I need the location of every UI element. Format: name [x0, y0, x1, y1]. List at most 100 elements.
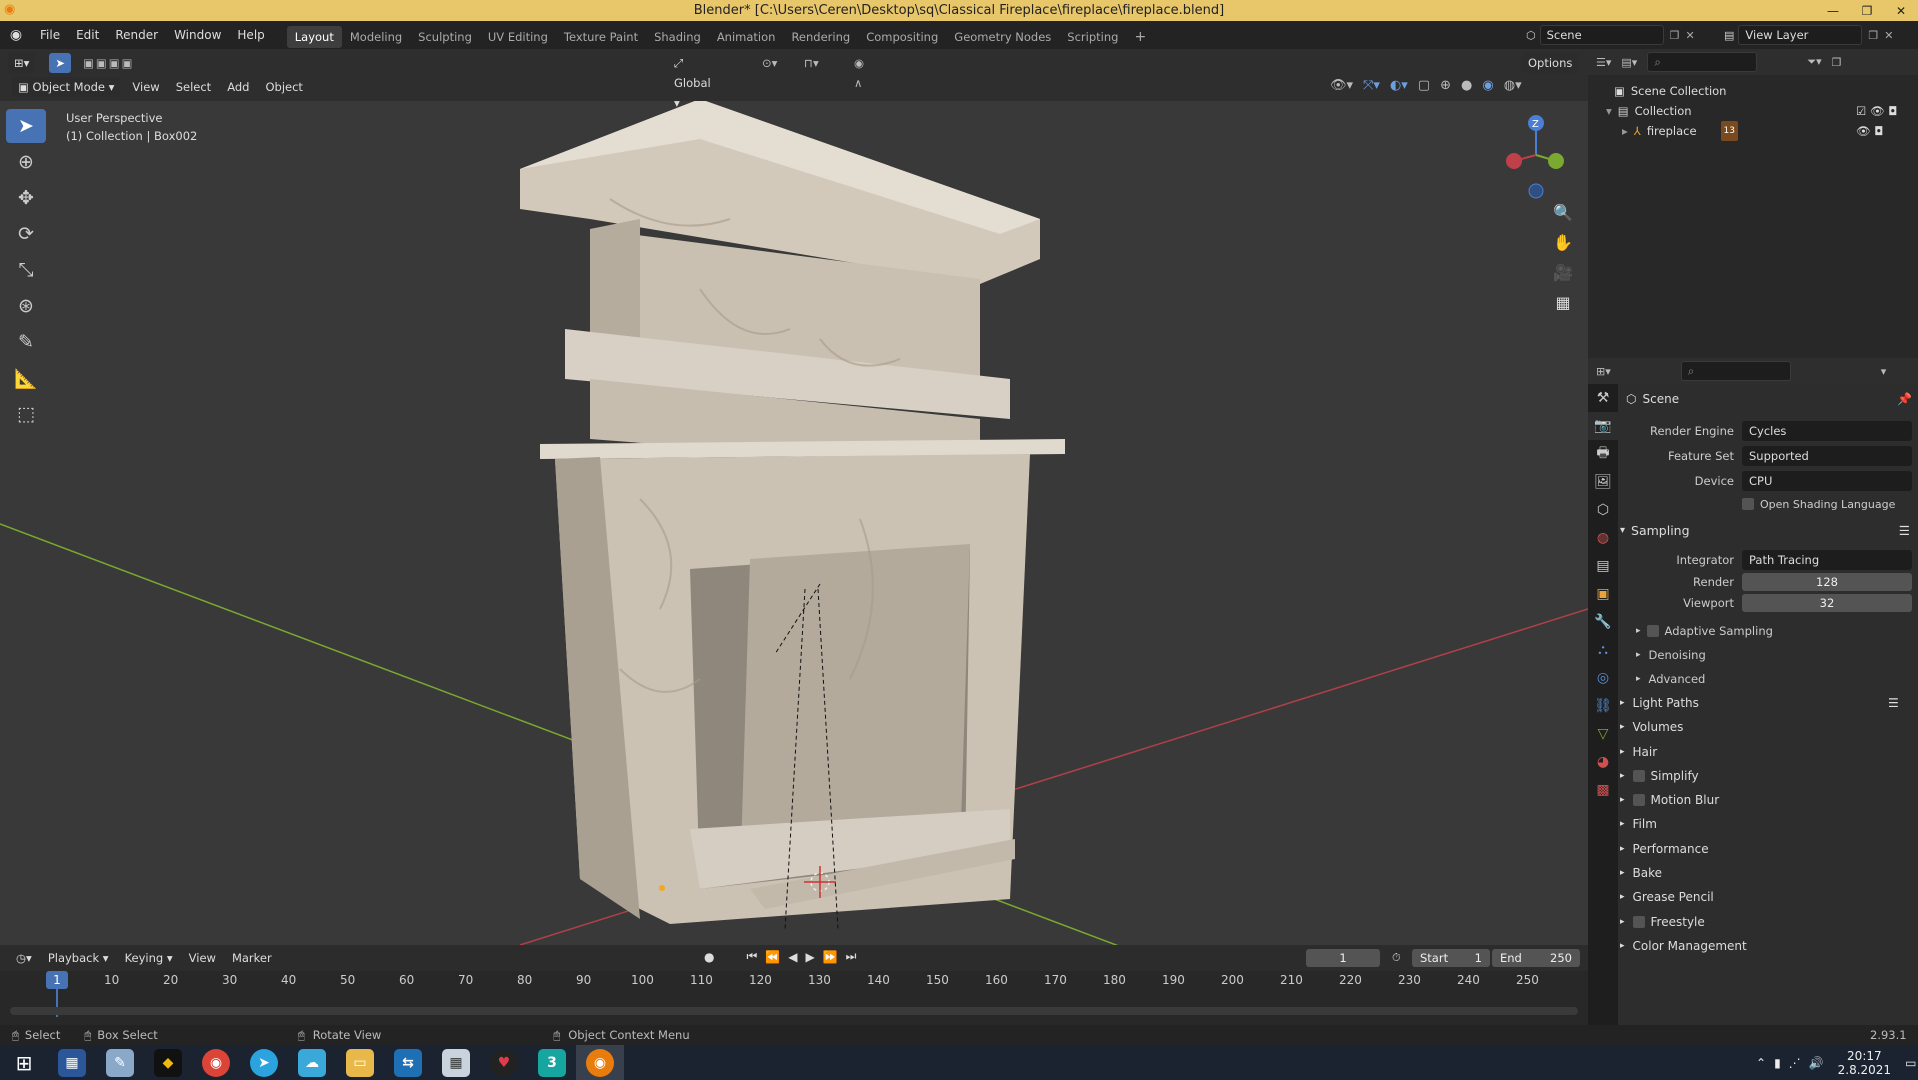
- menu-edit[interactable]: Edit: [68, 21, 107, 49]
- zoom-icon[interactable]: 🔍: [1548, 197, 1578, 227]
- osl-row[interactable]: Open Shading Language: [1626, 493, 1918, 515]
- object-tab-icon[interactable]: ▣: [1588, 580, 1618, 608]
- motion-blur-checkbox[interactable]: [1632, 794, 1645, 807]
- binance-icon[interactable]: ◆: [144, 1045, 192, 1080]
- tab-uv-editing[interactable]: UV Editing: [480, 26, 556, 48]
- scale-tool-icon[interactable]: ⤡: [6, 253, 46, 287]
- move-tool-icon[interactable]: ✥: [6, 181, 46, 215]
- ortho-toggle-icon[interactable]: ▦: [1548, 287, 1578, 317]
- gizmo-toggle-icon[interactable]: ⤧▾: [1363, 78, 1380, 93]
- measure-tool-icon[interactable]: 📐: [6, 361, 46, 395]
- navigation-gizmo[interactable]: Z: [1500, 111, 1580, 201]
- adaptive-sampling-subpanel[interactable]: ▸ Adaptive Sampling: [1636, 619, 1918, 643]
- world-tab-icon[interactable]: ◍: [1588, 524, 1618, 552]
- viewport-menu-object[interactable]: Object: [259, 77, 308, 97]
- sampling-panel-header[interactable]: ▾ Sampling ☰: [1620, 519, 1918, 543]
- view-layer-field[interactable]: View Layer: [1738, 25, 1863, 45]
- tab-animation[interactable]: Animation: [709, 26, 784, 48]
- current-frame-field[interactable]: 1: [1306, 949, 1380, 967]
- outliner-search-input[interactable]: ⌕: [1647, 52, 1758, 72]
- physics-tab-icon[interactable]: ◎: [1588, 664, 1618, 692]
- wireframe-shading-icon[interactable]: ⊕: [1440, 78, 1451, 93]
- sampling-presets-icon[interactable]: ☰: [1899, 519, 1910, 543]
- timeline-menu-view[interactable]: View: [183, 948, 222, 968]
- render-tab-icon[interactable]: 📷: [1588, 412, 1618, 440]
- tool-tab-icon[interactable]: ⚒: [1588, 384, 1618, 412]
- object-visibility-icon[interactable]: 👁 ◘: [1856, 121, 1883, 141]
- render-samples-field[interactable]: 128: [1742, 573, 1912, 591]
- 3d-viewport[interactable]: ⊞▾ ➤ ▣▣▣▣ ⤢ Global ▾ ⊙▾ ⊓▾ ◉ ∧ Options ▣…: [0, 49, 1588, 945]
- chrome-icon[interactable]: ◉: [192, 1045, 240, 1080]
- panel-hair[interactable]: ▸ Hair: [1620, 740, 1918, 764]
- panel-color-management[interactable]: ▸ Color Management: [1620, 934, 1918, 958]
- editor-type-icon[interactable]: ⊞▾: [8, 53, 36, 73]
- menu-render[interactable]: Render: [107, 21, 166, 49]
- pin-icon[interactable]: 📌: [1897, 392, 1912, 406]
- close-icon[interactable]: ✕: [1884, 0, 1918, 21]
- 3ds-max-icon[interactable]: 3: [528, 1045, 576, 1080]
- filter-icon[interactable]: ⏷▾: [1807, 55, 1821, 69]
- new-view-layer-icon[interactable]: ❐: [1868, 29, 1878, 42]
- task-view-icon[interactable]: ▦: [48, 1045, 96, 1080]
- add-workspace-icon[interactable]: +: [1126, 26, 1154, 48]
- tab-rendering[interactable]: Rendering: [783, 26, 858, 48]
- collection-tab-icon[interactable]: ▤: [1588, 552, 1618, 580]
- timeline-track[interactable]: 1 10 20 30 40 50 60 70 80 90 100 110 120…: [0, 971, 1588, 1025]
- scene-tab-icon[interactable]: ⬡: [1588, 496, 1618, 524]
- outliner-row-scene-collection[interactable]: ▣ Scene Collection: [1614, 81, 1918, 101]
- panel-light-paths[interactable]: ▸ Light Paths ☰: [1620, 691, 1918, 715]
- proportional-edit-icon[interactable]: ◉ ∧: [848, 53, 870, 90]
- blender-menu-icon[interactable]: ◉: [0, 27, 32, 43]
- pivot-point-icon[interactable]: ⊙▾: [756, 53, 783, 73]
- add-cube-tool-icon[interactable]: ⬚: [6, 397, 46, 431]
- integrator-dropdown[interactable]: Path Tracing: [1742, 549, 1912, 570]
- simplify-checkbox[interactable]: [1632, 770, 1645, 783]
- play-icon[interactable]: ▶: [805, 950, 814, 964]
- timeline-menu-keying[interactable]: Keying ▾: [119, 948, 179, 968]
- preview-range-icon[interactable]: ⏱: [1392, 951, 1401, 965]
- properties-options-icon[interactable]: ▾: [1881, 365, 1887, 378]
- properties-search-input[interactable]: ⌕: [1680, 361, 1791, 381]
- render-engine-dropdown[interactable]: Cycles: [1742, 420, 1912, 441]
- advanced-subpanel[interactable]: ▸ Advanced: [1636, 667, 1918, 691]
- overlay-toggle-icon[interactable]: ◐▾: [1390, 78, 1408, 93]
- outliner-row-fireplace[interactable]: ▸ ⅄ fireplace 13 👁 ◘: [1622, 121, 1918, 141]
- osl-checkbox[interactable]: [1742, 498, 1754, 510]
- next-keyframe-icon[interactable]: ⏩: [823, 950, 838, 964]
- visibility-icon[interactable]: 👁▾: [1330, 78, 1353, 93]
- timeline-menu-marker[interactable]: Marker: [226, 948, 278, 968]
- tab-modeling[interactable]: Modeling: [342, 26, 410, 48]
- outliner-display-icon[interactable]: ▤▾: [1621, 56, 1637, 69]
- transform-orientation[interactable]: ⤢ Global ▾: [668, 53, 717, 110]
- timeline-scrollbar[interactable]: [10, 1007, 1578, 1015]
- playhead[interactable]: 1: [46, 971, 68, 989]
- panel-simplify[interactable]: ▸ Simplify: [1620, 764, 1918, 788]
- clock[interactable]: 20:17 2.8.2021: [1838, 1049, 1891, 1077]
- telegram-icon[interactable]: ➤: [240, 1045, 288, 1080]
- data-tab-icon[interactable]: ▽: [1588, 720, 1618, 748]
- jump-end-icon[interactable]: ⏭: [846, 949, 857, 964]
- delete-view-layer-icon[interactable]: ✕: [1884, 29, 1893, 42]
- file-explorer-icon[interactable]: ▭: [336, 1045, 384, 1080]
- play-reverse-icon[interactable]: ◀: [788, 950, 797, 964]
- jump-start-icon[interactable]: ⏮: [746, 949, 757, 964]
- panel-volumes[interactable]: ▸ Volumes: [1620, 715, 1918, 739]
- timeline-menu-playback[interactable]: Playback ▾: [42, 948, 115, 968]
- heart-app-icon[interactable]: ♥: [480, 1045, 528, 1080]
- expand-collection-icon[interactable]: ▾: [1606, 101, 1612, 121]
- panel-motion-blur[interactable]: ▸ Motion Blur: [1620, 788, 1918, 812]
- collection-checkbox-icon[interactable]: ☑ 👁 ◘: [1856, 101, 1897, 121]
- light-paths-presets-icon[interactable]: ☰: [1888, 691, 1899, 715]
- denoising-subpanel[interactable]: ▸ Denoising: [1636, 643, 1918, 667]
- selection-mode-icons[interactable]: ▣▣▣▣: [77, 53, 140, 73]
- viewport-menu-view[interactable]: View: [126, 77, 165, 97]
- restore-icon[interactable]: ❐: [1850, 0, 1884, 21]
- particles-tab-icon[interactable]: ⛬: [1588, 636, 1618, 664]
- minimize-icon[interactable]: —: [1816, 0, 1850, 21]
- menu-help[interactable]: Help: [229, 21, 272, 49]
- panel-film[interactable]: ▸ Film: [1620, 812, 1918, 836]
- options-button[interactable]: Options: [1522, 53, 1579, 73]
- modifier-tab-icon[interactable]: 🔧: [1588, 608, 1618, 636]
- scene-field[interactable]: Scene: [1539, 25, 1664, 45]
- prev-keyframe-icon[interactable]: ⏪: [765, 950, 780, 964]
